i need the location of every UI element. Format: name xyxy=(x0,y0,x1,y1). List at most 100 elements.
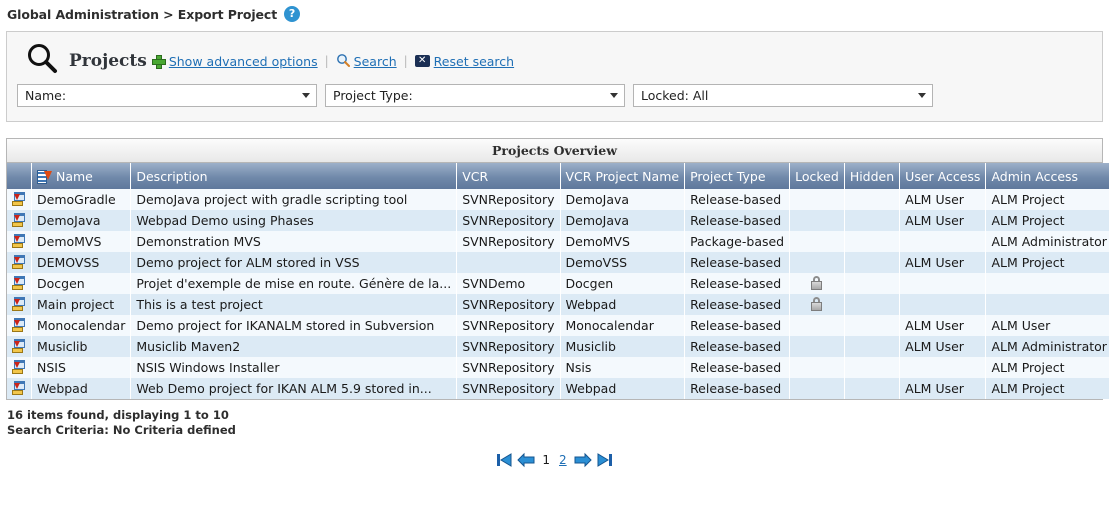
cell-hidden xyxy=(844,357,901,378)
row-export-icon-cell[interactable] xyxy=(7,252,32,273)
cell-name: Webpad xyxy=(31,378,132,399)
show-advanced-options-link[interactable]: Show advanced options xyxy=(169,54,318,69)
cell-admin-access: ALM Project xyxy=(985,189,1109,210)
row-export-icon-cell[interactable] xyxy=(7,210,32,231)
export-project-icon[interactable] xyxy=(12,192,26,206)
footer-info: 16 items found, displaying 1 to 10 Searc… xyxy=(7,408,1109,438)
link-separator-2: | xyxy=(403,54,408,68)
export-project-icon[interactable] xyxy=(12,255,26,269)
table-row[interactable]: DemoMVS Demonstration MVS SVNRepository Dem… xyxy=(7,231,1109,252)
cell-vcr-project-name: Musiclib xyxy=(560,336,686,357)
cell-description: Web Demo project for IKAN ALM 5.9 stored… xyxy=(130,378,458,399)
column-header-description[interactable]: Description xyxy=(130,163,458,189)
page-1-current: 1 xyxy=(542,453,550,467)
cell-user-access xyxy=(899,273,987,294)
row-export-icon-cell[interactable] xyxy=(7,378,32,399)
cell-description: Musiclib Maven2 xyxy=(130,336,458,357)
cell-project-type: Release-based xyxy=(684,357,791,378)
previous-page-icon[interactable] xyxy=(517,452,535,468)
reset-search-link[interactable]: Reset search xyxy=(434,54,514,69)
page-2-link[interactable]: 2 xyxy=(559,453,567,467)
table-row[interactable]: Musiclib Musiclib Maven2 SVNRepository Musi… xyxy=(7,336,1109,357)
row-export-icon-cell[interactable] xyxy=(7,273,32,294)
cell-name: DEMOVSS xyxy=(31,252,132,273)
column-header-user-access[interactable]: User Access xyxy=(899,163,987,189)
project-type-filter-select[interactable]: Project Type: xyxy=(325,84,625,107)
row-export-icon-cell[interactable] xyxy=(7,294,32,315)
cell-project-type: Release-based xyxy=(684,252,791,273)
last-page-icon[interactable] xyxy=(597,452,613,468)
search-criteria-text: Search Criteria: No Criteria defined xyxy=(7,423,236,437)
reset-x-icon: ✕ xyxy=(414,55,430,67)
cell-name: DemoGradle xyxy=(31,189,132,210)
export-project-icon[interactable] xyxy=(12,276,26,290)
export-project-icon[interactable] xyxy=(12,213,26,227)
row-export-icon-cell[interactable] xyxy=(7,336,32,357)
cell-locked xyxy=(789,189,845,210)
row-export-icon-cell[interactable] xyxy=(7,315,32,336)
cell-description: Demo project for IKANALM stored in Subve… xyxy=(130,315,458,336)
chevron-down-icon xyxy=(610,93,618,98)
name-filter-value: Name: xyxy=(25,88,67,103)
table-row[interactable]: DemoJava Webpad Demo using Phases SVNRepos… xyxy=(7,210,1109,231)
cell-description: Projet d'exemple de mise en route. Génèr… xyxy=(130,273,458,294)
table-row[interactable]: Docgen Projet d'exemple de mise en route.… xyxy=(7,273,1109,294)
cell-description: DemoJava project with gradle scripting t… xyxy=(130,189,458,210)
search-panel: Projects Show advanced options | Search … xyxy=(6,31,1103,122)
row-export-icon-cell[interactable] xyxy=(7,189,32,210)
column-header-admin-access[interactable]: Admin Access xyxy=(985,163,1109,189)
column-header-project-type[interactable]: Project Type xyxy=(684,163,791,189)
export-project-icon[interactable] xyxy=(12,234,26,248)
advanced-options-link-group[interactable]: Show advanced options xyxy=(151,54,318,69)
column-header-vcr[interactable]: VCR xyxy=(456,163,561,189)
table-row[interactable]: DemoGradle DemoJava project with gradle s… xyxy=(7,189,1109,210)
locked-filter-select[interactable]: Locked: All xyxy=(633,84,933,107)
table-row[interactable]: Monocalendar Demo project for IKANALM sto… xyxy=(7,315,1109,336)
cell-hidden xyxy=(844,273,901,294)
table-row[interactable]: DEMOVSS Demo project for ALM stored in VS… xyxy=(7,252,1109,273)
column-header-name[interactable]: Name xyxy=(31,163,132,189)
locked-padlock-icon xyxy=(810,297,823,311)
search-icon xyxy=(336,52,350,71)
cell-description: Webpad Demo using Phases xyxy=(130,210,458,231)
export-project-icon[interactable] xyxy=(12,381,26,395)
cell-vcr: SVNRepository xyxy=(456,357,561,378)
row-export-icon-cell[interactable] xyxy=(7,231,32,252)
cell-hidden xyxy=(844,336,901,357)
table-row[interactable]: NSIS NSIS Windows Installer SVNRepository N… xyxy=(7,357,1109,378)
cell-hidden xyxy=(844,378,901,399)
search-link[interactable]: Search xyxy=(354,54,397,69)
cell-project-type: Release-based xyxy=(684,189,791,210)
locked-filter-value: Locked: All xyxy=(641,88,709,103)
sort-descending-icon[interactable] xyxy=(37,169,52,184)
search-title-row: Projects Show advanced options | Search … xyxy=(17,40,1092,82)
first-page-icon[interactable] xyxy=(496,452,512,468)
next-page-icon[interactable] xyxy=(574,452,592,468)
cell-name: DemoMVS xyxy=(31,231,132,252)
cell-description: NSIS Windows Installer xyxy=(130,357,458,378)
cell-name: Main project xyxy=(31,294,132,315)
row-export-icon-cell[interactable] xyxy=(7,357,32,378)
cell-admin-access: ALM Project xyxy=(985,210,1109,231)
export-project-icon[interactable] xyxy=(12,360,26,374)
projects-overview-title: Projects Overview xyxy=(7,139,1102,163)
column-header-locked[interactable]: Locked xyxy=(789,163,845,189)
projects-overview-panel: Projects Overview Name Description VCR V… xyxy=(6,138,1109,400)
cell-project-type: Package-based xyxy=(684,231,791,252)
table-row[interactable]: Webpad Web Demo project for IKAN ALM 5.9 … xyxy=(7,378,1109,399)
column-header-hidden[interactable]: Hidden xyxy=(844,163,901,189)
cell-vcr: SVNRepository xyxy=(456,336,561,357)
column-header-vcr-project-name[interactable]: VCR Project Name xyxy=(560,163,686,189)
help-circle-icon[interactable]: ? xyxy=(284,6,301,22)
project-type-filter-value: Project Type: xyxy=(333,88,413,103)
table-row[interactable]: Main project This is a test project SVNRep… xyxy=(7,294,1109,315)
export-project-icon[interactable] xyxy=(12,297,26,311)
reset-search-link-group[interactable]: ✕ Reset search xyxy=(414,54,514,69)
search-link-group[interactable]: Search xyxy=(336,52,397,71)
export-project-icon[interactable] xyxy=(12,339,26,353)
name-filter-select[interactable]: Name: xyxy=(17,84,317,107)
cell-locked xyxy=(789,315,845,336)
cell-vcr-project-name: DemoMVS xyxy=(560,231,686,252)
export-project-icon[interactable] xyxy=(12,318,26,332)
cell-vcr xyxy=(456,252,561,273)
